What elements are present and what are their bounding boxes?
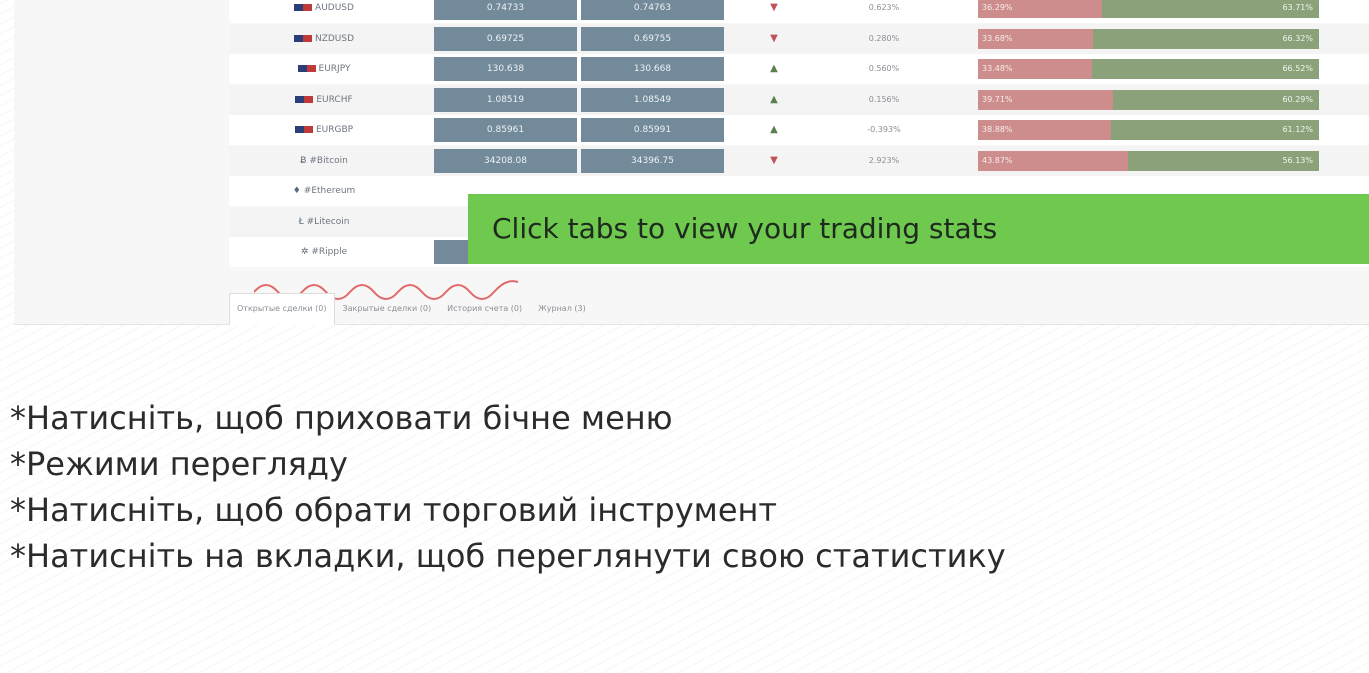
quote-row[interactable]: EURGBP 0.85961 0.85991 ▲ -0.393% 38.88% 61.12% xyxy=(229,115,1369,145)
bid-button[interactable]: 130.638 xyxy=(434,57,577,81)
sell-percent: 38.88% xyxy=(978,120,1111,140)
note-select-instrument: *Натисніть, щоб обрати торговий інструме… xyxy=(10,491,778,529)
arrow-down-icon: ▼ xyxy=(770,2,778,13)
change-value: 0.280% xyxy=(868,33,900,43)
arrow-up-icon: ▲ xyxy=(770,124,778,135)
arrow-up-icon: ▲ xyxy=(770,93,778,105)
symbol-label: AUDUSD xyxy=(315,3,354,13)
tab-open-trades[interactable]: Открытые сделки (0) xyxy=(229,293,335,325)
buy-percent: 56.13% xyxy=(1127,150,1319,171)
sentiment-bar: 38.88% 61.12% xyxy=(978,120,1319,140)
sell-percent: 36.29% xyxy=(978,0,1102,18)
symbol-cell[interactable]: AUDUSD xyxy=(229,0,419,23)
note-view-modes: *Режими перегляду xyxy=(10,445,348,483)
flag-icon xyxy=(295,95,314,103)
sentiment-bar: 39.71% 60.29% xyxy=(978,89,1319,110)
buy-percent: 61.12% xyxy=(1110,120,1319,140)
tab-account-history[interactable]: История счета (0) xyxy=(439,293,530,325)
symbol-label: #Bitcoin xyxy=(309,155,348,166)
quote-row[interactable]: NZDUSD 0.69725 0.69755 ▼ 0.280% 33.68% 66.32% xyxy=(229,23,1369,54)
symbol-cell[interactable]: Ƀ #Bitcoin xyxy=(229,146,419,176)
ask-button[interactable]: 1.08549 xyxy=(581,87,724,112)
change-value: 2.923% xyxy=(868,155,900,165)
ethereum-icon: ♦ xyxy=(292,186,301,196)
tab-journal[interactable]: Журнал (3) xyxy=(530,293,594,325)
symbol-label: NZDUSD xyxy=(314,33,355,44)
trading-panel: AUDUSD 0.74733 0.74763 ▼ 0.623% 36.29% 63.71% N… xyxy=(14,0,1369,325)
arrow-down-icon: ▼ xyxy=(770,154,778,166)
sentiment-bar: 33.68% 66.32% xyxy=(978,28,1319,49)
change-value: 0.156% xyxy=(868,94,900,104)
instructions-list: *Натисніть, щоб приховати бічне меню *Ре… xyxy=(10,395,1006,579)
sell-percent: 33.48% xyxy=(978,59,1093,79)
symbol-cell[interactable]: EURJPY xyxy=(229,54,419,84)
flag-icon xyxy=(293,34,312,42)
tooltip-banner: Click tabs to view your trading stats xyxy=(468,194,1369,264)
ask-button[interactable]: 34396.75 xyxy=(581,148,724,173)
sell-percent: 39.71% xyxy=(978,89,1114,110)
ask-button[interactable]: 0.85991 xyxy=(581,118,724,142)
ripple-icon: ✲ xyxy=(300,247,309,257)
symbol-label: #Ripple xyxy=(311,247,348,257)
change-value: 0.623% xyxy=(868,3,900,12)
symbol-label: EURGBP xyxy=(315,125,354,135)
note-view-tabs: *Натисніть на вкладки, щоб переглянути с… xyxy=(10,537,1006,575)
flag-icon xyxy=(294,126,313,133)
flag-icon xyxy=(294,4,313,11)
ask-button[interactable]: 130.668 xyxy=(581,57,724,81)
symbol-cell[interactable]: Ł #Litecoin xyxy=(229,207,419,237)
tab-closed-trades[interactable]: Закрытые сделки (0) xyxy=(335,293,440,325)
buy-percent: 63.71% xyxy=(1101,0,1319,18)
change-value: -0.393% xyxy=(867,125,901,134)
symbol-cell[interactable]: EURGBP xyxy=(229,115,419,145)
bid-button[interactable]: 0.85961 xyxy=(434,118,577,142)
sentiment-bar: 43.87% 56.13% xyxy=(978,150,1319,171)
bid-button[interactable]: 0.74733 xyxy=(434,0,577,20)
sell-percent: 43.87% xyxy=(978,150,1128,171)
litecoin-icon: Ł xyxy=(298,216,304,227)
arrow-down-icon: ▼ xyxy=(770,32,778,44)
quote-row[interactable]: Ƀ #Bitcoin 34208.08 34396.75 ▼ 2.923% 43.87% 56… xyxy=(229,145,1369,176)
tab-bar: Открытые сделки (0) Закрытые сделки (0) … xyxy=(229,293,594,325)
note-hide-sidebar: *Натисніть, щоб приховати бічне меню xyxy=(10,399,673,437)
symbol-label: #Ethereum xyxy=(303,186,356,196)
bid-button[interactable]: 34208.08 xyxy=(434,148,577,173)
symbol-label: EURJPY xyxy=(318,64,351,74)
symbol-label: #Litecoin xyxy=(306,216,350,227)
bid-button[interactable]: 1.08519 xyxy=(434,87,577,112)
sentiment-bar: 36.29% 63.71% xyxy=(978,0,1319,18)
arrow-up-icon: ▲ xyxy=(770,63,778,74)
quote-row[interactable]: EURJPY 130.638 130.668 ▲ 0.560% 33.48% 66.52% xyxy=(229,54,1369,84)
symbol-cell[interactable]: EURCHF xyxy=(229,85,419,115)
quote-row[interactable]: AUDUSD 0.74733 0.74763 ▼ 0.623% 36.29% 63.71% xyxy=(229,0,1369,23)
ask-button[interactable]: 0.74763 xyxy=(581,0,724,20)
flag-icon xyxy=(297,65,316,72)
buy-percent: 66.52% xyxy=(1092,59,1319,79)
sell-percent: 33.68% xyxy=(978,28,1093,49)
symbol-cell[interactable]: ♦ #Ethereum xyxy=(229,176,419,206)
buy-percent: 66.32% xyxy=(1092,28,1319,49)
symbol-cell[interactable]: NZDUSD xyxy=(229,24,419,54)
bitcoin-icon: Ƀ xyxy=(300,155,307,166)
quote-row[interactable]: EURCHF 1.08519 1.08549 ▲ 0.156% 39.71% 60.29% xyxy=(229,84,1369,115)
bid-button[interactable]: 0.69725 xyxy=(434,26,577,51)
buy-percent: 60.29% xyxy=(1113,89,1319,110)
ask-button[interactable]: 0.69755 xyxy=(581,26,724,51)
symbol-label: EURCHF xyxy=(316,94,353,105)
sentiment-bar: 33.48% 66.52% xyxy=(978,59,1319,79)
symbol-cell[interactable]: ✲ #Ripple xyxy=(229,237,419,267)
change-value: 0.560% xyxy=(868,64,900,73)
